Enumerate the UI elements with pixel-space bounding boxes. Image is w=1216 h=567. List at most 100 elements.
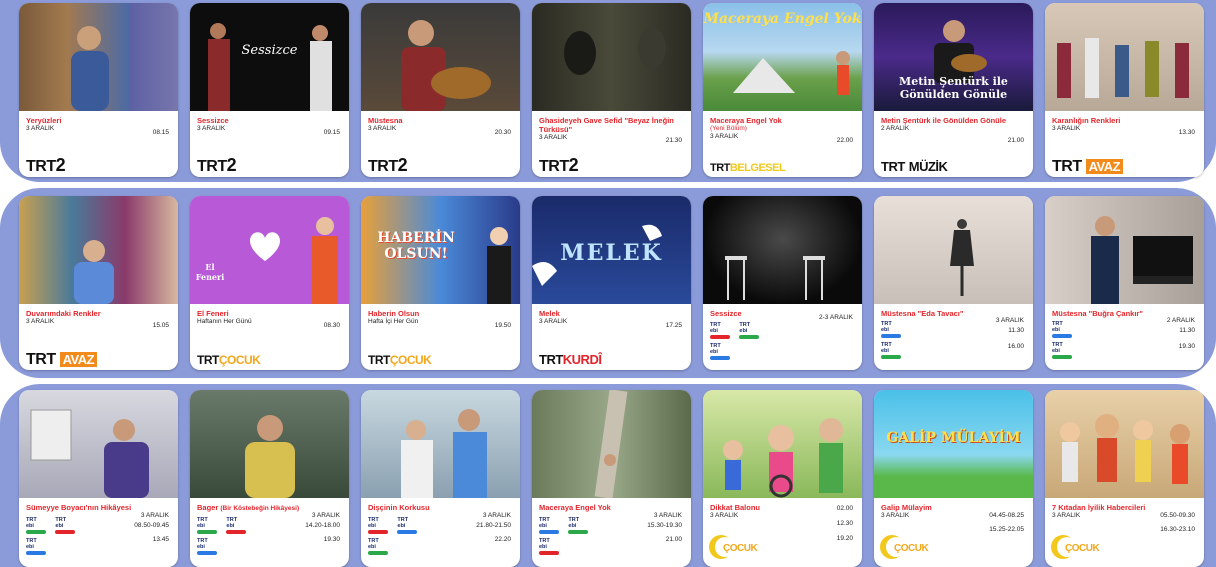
program-card-duvarimdaki-renkler[interactable]: Duvarımdaki Renkler 3 ARALIK 15.05 TRT A…	[19, 196, 178, 370]
program-thumbnail[interactable]	[1045, 196, 1204, 304]
program-card-galip-mulayim[interactable]: GALİP MÜLAYİM Galip Mülayim 3 ARALIK 04.…	[874, 390, 1033, 567]
cep-channel-list: TRT ebi TRT ebi TRT ebi	[710, 322, 767, 364]
program-card-sessizce[interactable]: Sessizce Sessizce 3 ARALIK 09.15 TRT2	[190, 3, 349, 177]
program-thumbnail[interactable]: GALİP MÜLAYİM	[874, 390, 1033, 498]
program-card-mustesna-eda-tavaci[interactable]: Müstesna "Eda Tavacı" 3 ARALIK 11.30 16.…	[874, 196, 1033, 370]
program-card-bager[interactable]: Bager (Bir Köstebeğin Hikâyesi) 3 ARALIK…	[190, 390, 349, 567]
cep-channel-list: TRT ebi TRT ebi TRT ebi	[26, 517, 83, 559]
thumbnail-caption: GALİP MÜLAYİM	[886, 430, 1021, 446]
program-title: 7 Kıtadan İyilik Habercileri	[1052, 503, 1146, 512]
program-thumbnail[interactable]	[532, 390, 691, 498]
program-thumbnail[interactable]	[19, 390, 178, 498]
program-date: 3 ARALIK	[710, 512, 739, 519]
cep-channel: TRT ebi	[568, 517, 589, 534]
program-thumbnail[interactable]	[874, 196, 1033, 304]
program-thumbnail[interactable]: El Feneri	[190, 196, 349, 304]
program-thumbnail[interactable]: Metin Şentürk ile Gönülden Gönüle	[874, 3, 1033, 111]
program-date: 2-3 ARALIK	[819, 314, 853, 321]
program-thumbnail[interactable]	[19, 196, 178, 304]
program-card-haberin-olsun[interactable]: HABERİN OLSUN! Haberin Olsun Hafta İçi H…	[361, 196, 520, 370]
program-thumbnail[interactable]: Maceraya Engel Yok	[703, 3, 862, 111]
program-title: Maceraya Engel Yok	[539, 503, 611, 512]
cep-channel: TRT ebi	[197, 538, 217, 555]
program-thumbnail[interactable]	[361, 390, 520, 498]
program-date: 3 ARALIK	[140, 512, 169, 519]
program-date: 3 ARALIK	[197, 125, 226, 132]
cep-channel: TRT ebi	[539, 517, 559, 534]
program-card-el-feneri[interactable]: El Feneri El Feneri Haftanın Her Günü 08…	[190, 196, 349, 370]
program-thumbnail[interactable]	[361, 3, 520, 111]
program-card-metin-senturk[interactable]: Metin Şentürk ile Gönülden Gönüle Metin …	[874, 3, 1033, 177]
program-card-ghasideyeh[interactable]: Ghasideyeh Gave Sefid "Beyaz İneğin Türk…	[532, 3, 691, 177]
program-time: 12.30	[836, 520, 853, 527]
program-card-7-kitadan[interactable]: 7 Kıtadan İyilik Habercileri 3 ARALIK 05…	[1045, 390, 1204, 567]
cep-channel: TRT ebi	[539, 538, 559, 555]
program-thumbnail[interactable]	[703, 196, 862, 304]
program-date: 3 ARALIK	[1052, 125, 1081, 132]
program-time: 09.15	[323, 129, 340, 136]
program-title: Duvarımdaki Renkler	[26, 309, 101, 318]
cep-channel: TRT ebi	[1052, 342, 1072, 359]
program-time: 21.80-21.50	[476, 522, 511, 529]
program-time: 15.05	[152, 322, 169, 329]
channel-logo: TRTKURDÎ	[539, 352, 602, 367]
program-thumbnail[interactable]	[1045, 390, 1204, 498]
thumbnail-caption: HABERİN OLSUN!	[377, 230, 455, 262]
program-time: 21.00	[1007, 137, 1024, 144]
program-time: 04.45-08.25	[989, 512, 1024, 519]
program-time: 21.00	[665, 536, 682, 543]
program-title: Melek	[539, 309, 560, 318]
program-thumbnail[interactable]: Sessizce	[190, 3, 349, 111]
program-time: 16.30-23.10	[1160, 526, 1195, 533]
program-thumbnail[interactable]	[19, 3, 178, 111]
thumbnail-caption: Metin Şentürk ile Gönülden Gönüle	[899, 75, 1008, 101]
cep-channel: TRT ebi	[55, 517, 76, 534]
program-time: 05.50-09.30	[1160, 512, 1195, 519]
cep-channel: TRT ebi	[26, 538, 46, 555]
program-thumbnail[interactable]: HABERİN OLSUN!	[361, 196, 520, 304]
program-card-melek[interactable]: MELEK Melek 3 ARALIK 17.25 TRTKURDÎ	[532, 196, 691, 370]
cep-channel: TRT ebi	[26, 517, 46, 534]
program-time: 19.30	[323, 536, 340, 543]
cep-channel: TRT ebi	[710, 343, 730, 360]
program-time: 08.30	[323, 322, 340, 329]
program-title: El Feneri	[197, 309, 229, 318]
program-subtitle: (Yeni Bölüm)	[710, 125, 747, 132]
program-card-mustesna-bugra-cankir[interactable]: Müstesna "Buğra Çankır" 2 ARALIK 11.30 1…	[1045, 196, 1204, 370]
program-thumbnail[interactable]	[532, 3, 691, 111]
program-title: Yeryüzleri	[26, 116, 62, 125]
program-thumbnail[interactable]: MELEK	[532, 196, 691, 304]
program-card-dikkat-balonu[interactable]: Dikkat Balonu 3 ARALIK 02.00 12.30 19.20…	[703, 390, 862, 567]
cep-channel: TRT ebi	[197, 517, 217, 534]
moon-logo-icon: ÇOCUK	[880, 535, 929, 561]
cep-channel: TRT ebi	[881, 321, 901, 338]
program-date: 3 ARALIK	[311, 512, 340, 519]
channel-logo: TRTBELGESEL	[710, 162, 786, 174]
program-thumbnail[interactable]	[1045, 3, 1204, 111]
program-card-maceraya-engel-yok[interactable]: Maceraya Engel Yok Maceraya Engel Yok (Y…	[703, 3, 862, 177]
program-card-sessizce-stage[interactable]: Sessizce 2-3 ARALIK TRT ebi TRT ebi TRT …	[703, 196, 862, 370]
program-thumbnail[interactable]	[190, 390, 349, 498]
channel-logo: TRT AVAZ	[26, 351, 98, 369]
program-title: Sessizce	[197, 116, 229, 125]
program-time: 11.30	[1008, 327, 1024, 334]
program-card-karanligin-renkleri[interactable]: Karanlığın Renkleri 3 ARALIK 13.30 TRT A…	[1045, 3, 1204, 177]
program-title: Karanlığın Renkleri	[1052, 116, 1121, 125]
program-title: Metin Şentürk ile Gönülden Gönüle	[881, 116, 1007, 125]
channel-logo: TRTÇOCUK	[197, 353, 261, 367]
program-card-mustesna[interactable]: Müstesna 3 ARALIK 20.30 TRT2	[361, 3, 520, 177]
program-date: 3 ARALIK	[653, 512, 682, 519]
program-time: 14.20-18.00	[305, 522, 340, 529]
program-card-maceraya-engel-yok-2[interactable]: Maceraya Engel Yok 3 ARALIK 15.30-19.30 …	[532, 390, 691, 567]
program-time: 13.30	[1178, 129, 1195, 136]
program-time: 22.20	[494, 536, 511, 543]
program-thumbnail[interactable]	[703, 390, 862, 498]
program-card-yeryuzleri[interactable]: Yeryüzleri 3 ARALIK 08.15 TRT2	[19, 3, 178, 177]
program-card-discinin-korkusu[interactable]: Dişçinin Korkusu 3 ARALIK 21.80-21.50 22…	[361, 390, 520, 567]
channel-logo: TRTÇOCUK	[368, 353, 432, 367]
cep-channel: TRT ebi	[397, 517, 418, 534]
program-date: Haftanın Her Günü	[197, 318, 252, 325]
thumbnail-caption: El Feneri	[195, 262, 225, 282]
program-card-sumeyye-boyaci[interactable]: Sümeyye Boyacı'nın Hikâyesi 3 ARALIK 08.…	[19, 390, 178, 567]
program-row-2: Duvarımdaki Renkler 3 ARALIK 15.05 TRT A…	[19, 196, 1204, 370]
